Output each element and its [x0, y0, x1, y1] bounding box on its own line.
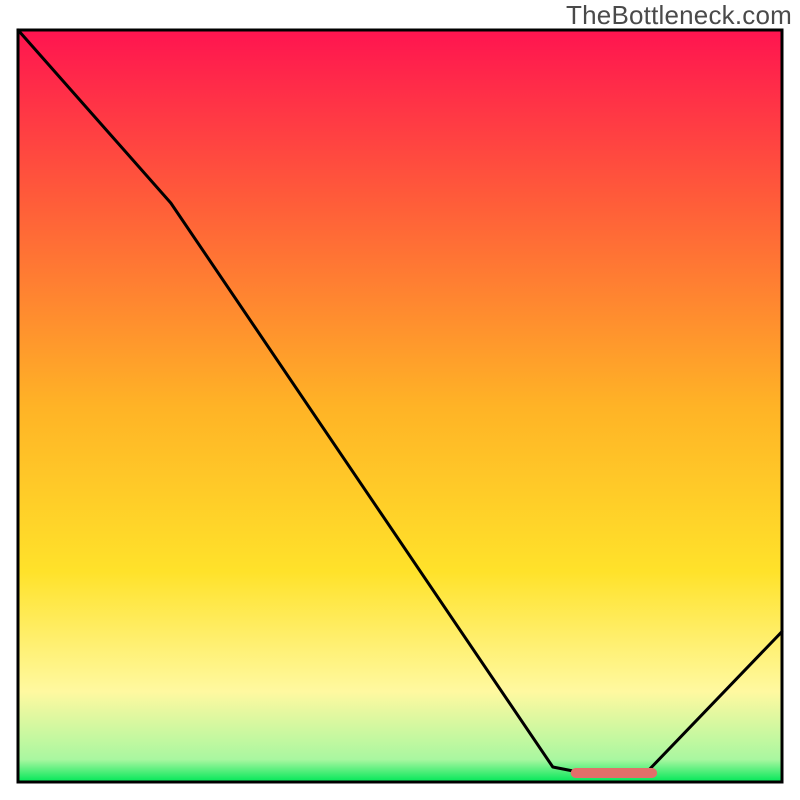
- watermark-text: TheBottleneck.com: [566, 0, 792, 31]
- chart-container: TheBottleneck.com: [0, 0, 800, 800]
- plot-area: [18, 30, 782, 782]
- gradient-background: [18, 30, 782, 782]
- bottleneck-chart: [0, 0, 800, 800]
